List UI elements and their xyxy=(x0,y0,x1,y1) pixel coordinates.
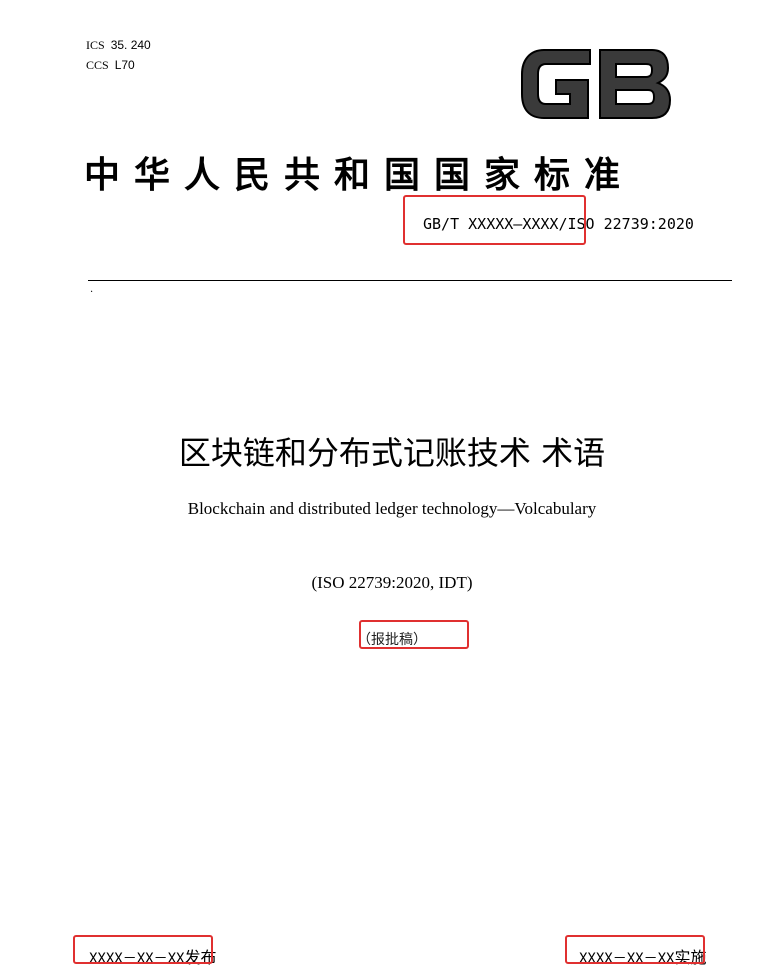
document-title-en: Blockchain and distributed ledger techno… xyxy=(187,499,597,518)
ccs-code: L70 xyxy=(114,58,135,72)
header-divider xyxy=(88,280,732,281)
document-title-cn: 区块链和分布式记账技术 术语 xyxy=(178,434,606,472)
highlight-box-draft xyxy=(359,620,469,649)
divider-dot: . xyxy=(90,284,94,295)
gb-logo-icon xyxy=(521,49,672,119)
iso-reference: (ISO 22739:2020, IDT) xyxy=(311,573,473,592)
ics-label: ICS xyxy=(86,38,105,52)
ccs-classification: CCS L70 xyxy=(86,58,135,73)
highlight-box-number xyxy=(403,195,586,245)
ccs-label: CCS xyxy=(86,58,109,72)
ics-code: 35. 240 xyxy=(110,38,151,52)
standard-title: 中华人民共和国国家标准 xyxy=(84,155,635,196)
ics-classification: ICS 35. 240 xyxy=(86,38,151,53)
highlight-box-implementation-date xyxy=(565,935,705,964)
highlight-box-issue-date xyxy=(73,935,213,964)
